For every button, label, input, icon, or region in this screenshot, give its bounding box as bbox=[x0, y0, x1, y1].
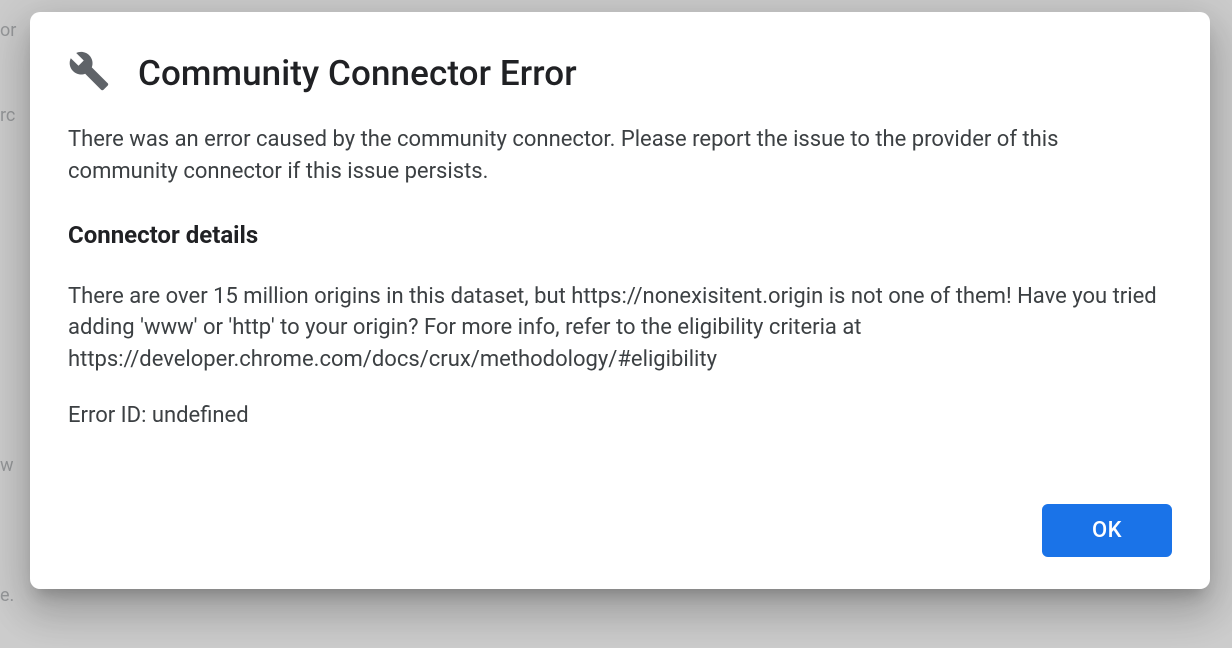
wrench-icon bbox=[68, 50, 110, 96]
background-fragment: or bbox=[0, 20, 16, 41]
dialog-body: There was an error caused by the communi… bbox=[68, 124, 1172, 557]
background-fragment: w bbox=[0, 455, 14, 476]
error-id: Error ID: undefined bbox=[68, 400, 1172, 432]
dialog-actions: OK bbox=[68, 504, 1172, 557]
detail-message: There are over 15 million origins in thi… bbox=[68, 281, 1172, 377]
dialog-header: Community Connector Error bbox=[68, 50, 1172, 96]
background-fragment: e. bbox=[0, 585, 14, 606]
background-fragment: rc bbox=[0, 105, 15, 126]
error-dialog: Community Connector Error There was an e… bbox=[30, 12, 1210, 589]
ok-button[interactable]: OK bbox=[1042, 504, 1172, 557]
details-heading: Connector details bbox=[68, 218, 1172, 253]
dialog-title: Community Connector Error bbox=[138, 53, 577, 94]
intro-text: There was an error caused by the communi… bbox=[68, 124, 1172, 188]
